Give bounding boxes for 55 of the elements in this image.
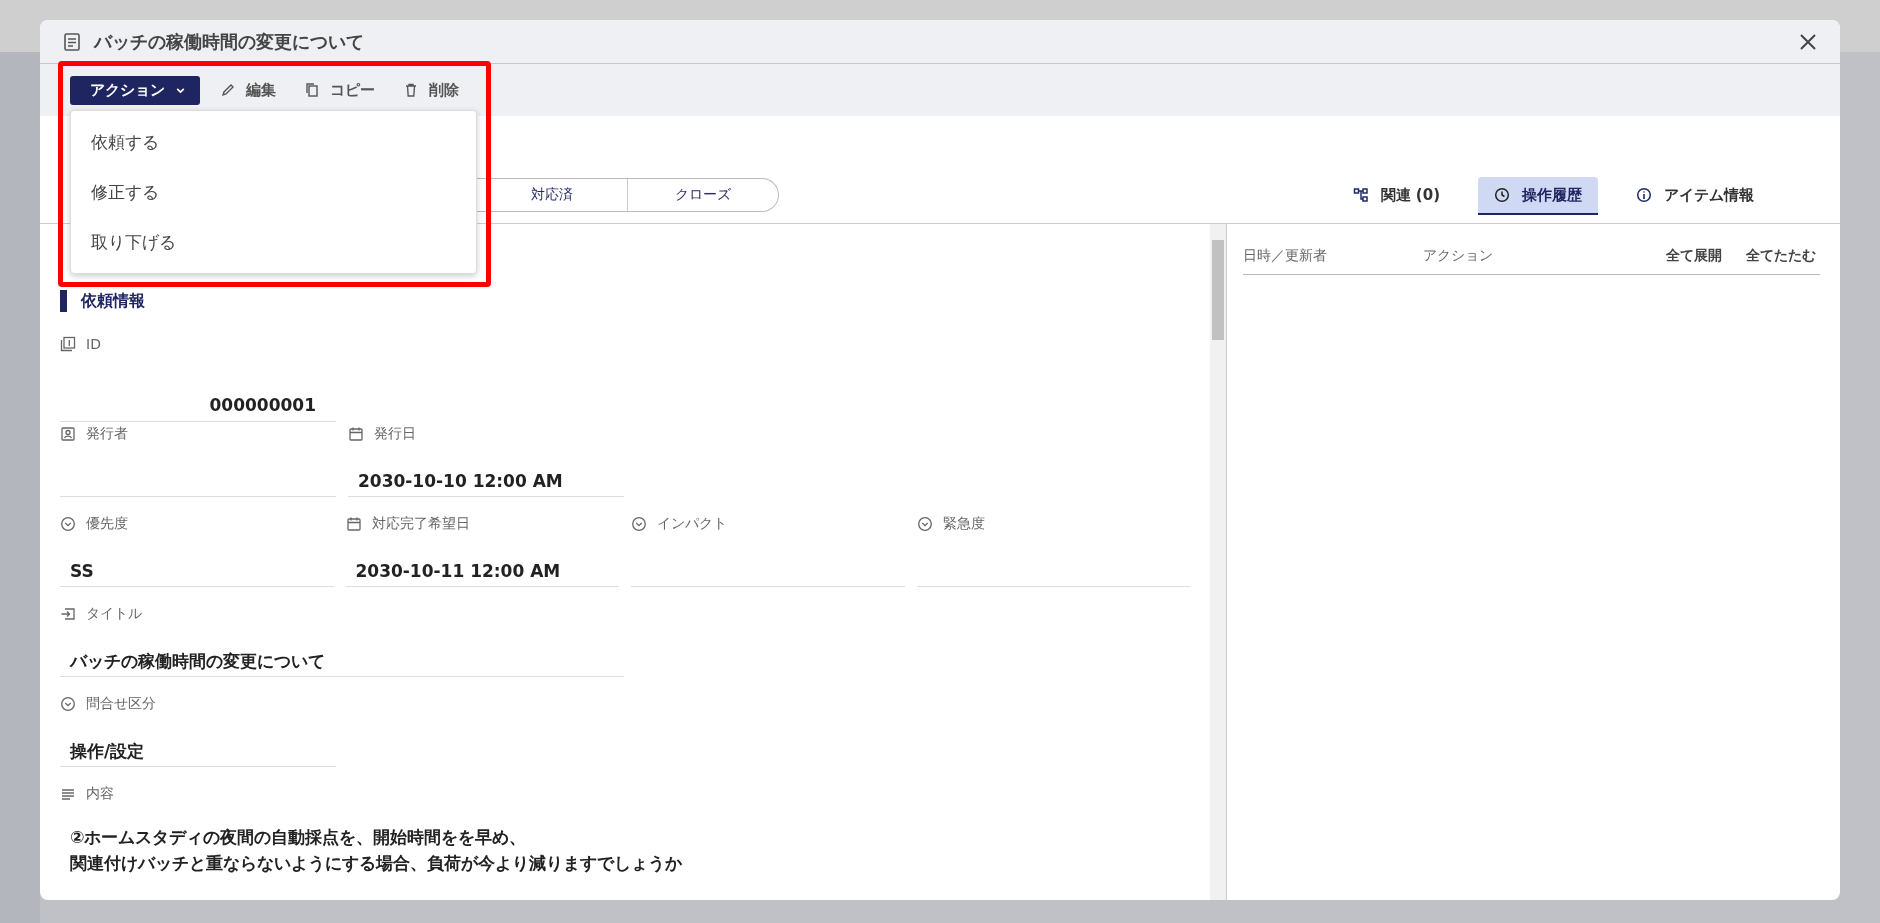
history-action-link[interactable]: 全て展開 xyxy=(1662,247,1726,265)
chevron-circle-icon xyxy=(916,516,933,532)
field-label: ID xyxy=(86,336,101,352)
pencil-icon xyxy=(220,82,236,98)
chevron-circle-icon xyxy=(60,696,76,712)
description-text: ②ホームスタディの夜間の自動採点を、開始時間をを早め、 xyxy=(70,826,528,849)
document-icon xyxy=(62,31,82,52)
field-label: 発行日 xyxy=(374,425,416,443)
field-value[interactable]: 000000001 xyxy=(60,376,336,422)
panel-tab[interactable]: 操作履歴 xyxy=(1478,177,1598,215)
field-label: タイトル xyxy=(86,605,142,623)
menu-item[interactable]: 依頼する xyxy=(71,117,476,167)
edit-button[interactable]: 編集 xyxy=(212,80,284,100)
field-label: 発行者 xyxy=(86,425,128,443)
close-icon[interactable] xyxy=(1798,31,1818,52)
calendar-icon xyxy=(348,426,364,442)
id-icon xyxy=(60,336,76,352)
field-value[interactable]: バッチの稼働時間の変更について xyxy=(60,646,624,677)
description-text: 関連付けバッチと重ならないようにする場合、負荷が今より減りますでしょうか xyxy=(70,852,683,875)
scrollbar[interactable] xyxy=(1210,224,1227,900)
info-icon xyxy=(1636,187,1652,203)
window-title: バッチの稼働時間の変更について xyxy=(94,29,365,54)
status-step[interactable]: クローズ xyxy=(627,179,778,211)
chevron-circle-icon xyxy=(60,516,76,532)
field-value[interactable]: 操作/設定 xyxy=(60,736,336,767)
field-label: 緊急度 xyxy=(942,515,985,533)
section-title: 依頼情報 xyxy=(60,290,1190,312)
field-label: 内容 xyxy=(86,785,114,803)
clock-icon xyxy=(1494,187,1510,203)
field-label: インパクト xyxy=(657,515,727,533)
panel-tab[interactable]: アイテム情報 xyxy=(1620,177,1770,215)
field-label: 優先度 xyxy=(86,515,128,533)
history-action-link[interactable]: 全てたたむ xyxy=(1742,247,1820,265)
column-header: 日時／更新者 xyxy=(1243,247,1328,265)
menu-item[interactable]: 取り下げる xyxy=(71,217,476,267)
calendar-icon xyxy=(345,516,362,532)
action-dropdown-button[interactable]: アクション xyxy=(70,75,200,105)
trash-icon xyxy=(403,82,419,98)
copy-button[interactable]: コピー xyxy=(296,80,383,100)
person-icon xyxy=(60,426,76,442)
delete-button[interactable]: 削除 xyxy=(395,80,467,100)
field-value[interactable]: SS xyxy=(60,556,334,587)
input-icon xyxy=(60,606,76,622)
chevron-circle-icon xyxy=(631,516,647,532)
copy-icon xyxy=(304,82,320,98)
menu-item[interactable]: 修正する xyxy=(71,167,476,217)
field-value[interactable]: 2030-10-10 12:00 AM xyxy=(348,466,624,497)
field-value[interactable]: 2030-10-11 12:00 AM xyxy=(345,556,619,587)
lines-icon xyxy=(60,786,76,802)
field-label: 問合せ区分 xyxy=(86,695,156,713)
field-label: 対応完了希望日 xyxy=(371,515,470,533)
hierarchy-icon xyxy=(1352,187,1369,203)
status-step[interactable]: 対応済 xyxy=(476,179,627,211)
panel-tab[interactable]: 関連 (0) xyxy=(1336,177,1456,215)
column-header: アクション xyxy=(1423,247,1494,265)
